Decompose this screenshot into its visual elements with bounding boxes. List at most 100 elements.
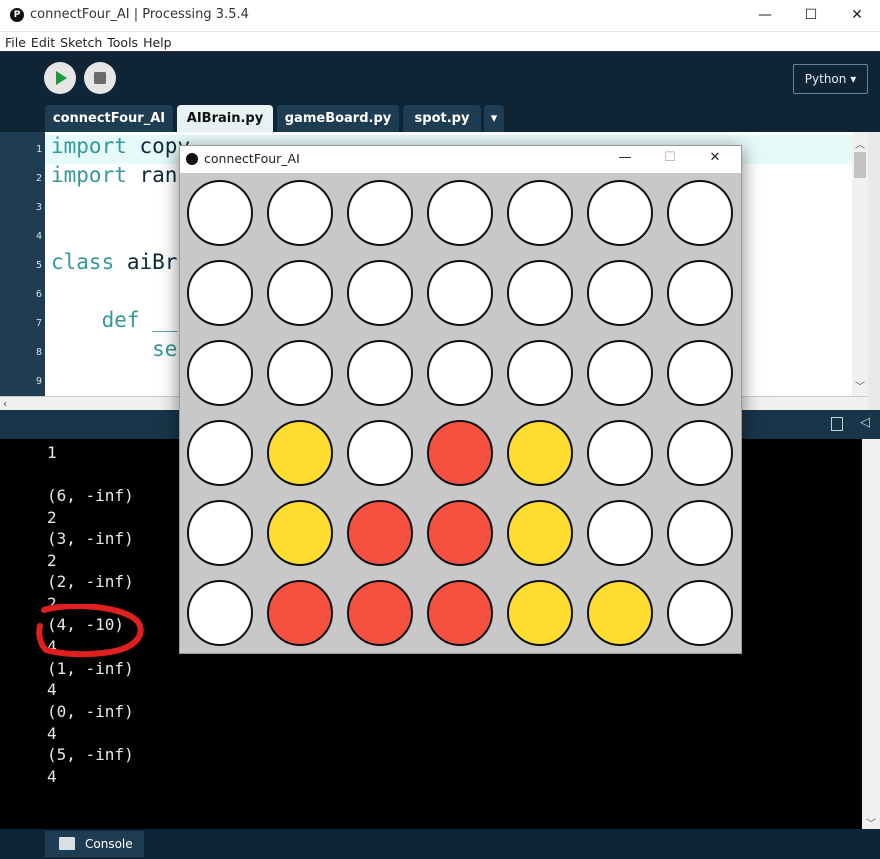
empty-slot[interactable] (507, 180, 573, 246)
console-scrollbar[interactable]: ﹀ (862, 439, 880, 830)
line-number: 6 (35, 289, 42, 300)
empty-slot[interactable] (347, 180, 413, 246)
tab-spot[interactable]: spot.py (403, 105, 481, 132)
scroll-down-icon[interactable]: ﹀ (855, 378, 865, 393)
empty-slot[interactable] (667, 580, 733, 646)
empty-slot[interactable] (587, 180, 653, 246)
mode-selector[interactable]: Python ▾ (793, 64, 868, 94)
yellow-disc[interactable] (507, 500, 573, 566)
scroll-left-icon[interactable]: ‹ (3, 397, 7, 410)
maximize-button[interactable]: ☐ (788, 0, 834, 31)
sketch-window[interactable]: connectFour_AI — ☐ ✕ (179, 145, 742, 654)
yellow-disc[interactable] (267, 500, 333, 566)
run-button[interactable] (44, 62, 76, 94)
empty-slot[interactable] (667, 340, 733, 406)
empty-slot[interactable] (187, 580, 253, 646)
menu-bar: File Edit Sketch Tools Help (0, 32, 880, 51)
sketch-close-button[interactable]: ✕ (700, 150, 730, 165)
red-circle-annotation (36, 604, 144, 658)
line-number: 4 (35, 231, 42, 242)
empty-slot[interactable] (587, 260, 653, 326)
console-line: (6, -inf) (47, 486, 134, 505)
console-line: 1 (47, 443, 57, 462)
copy-icon[interactable] (831, 417, 843, 431)
collapse-arrow-icon[interactable]: ◁ (860, 415, 870, 430)
menu-sketch[interactable]: Sketch (60, 33, 102, 52)
red-disc[interactable] (347, 500, 413, 566)
empty-slot[interactable] (187, 260, 253, 326)
console-line: 4 (47, 680, 57, 699)
empty-slot[interactable] (587, 420, 653, 486)
menu-tools[interactable]: Tools (107, 33, 138, 52)
menu-edit[interactable]: Edit (31, 33, 55, 52)
red-disc[interactable] (427, 580, 493, 646)
yellow-disc[interactable] (507, 420, 573, 486)
scroll-down-icon[interactable]: ﹀ (866, 815, 876, 830)
processing-logo-icon: P (10, 8, 24, 22)
code-line: def __ (51, 308, 178, 332)
stop-button[interactable] (84, 62, 116, 94)
empty-slot[interactable] (187, 180, 253, 246)
empty-slot[interactable] (267, 260, 333, 326)
empty-slot[interactable] (267, 180, 333, 246)
line-number: 5 (35, 260, 42, 271)
close-button[interactable]: ✕ (834, 0, 880, 31)
yellow-disc[interactable] (507, 580, 573, 646)
menu-help[interactable]: Help (143, 33, 172, 52)
sketch-title-bar: connectFour_AI — ☐ ✕ (180, 146, 741, 173)
tabs-dropdown-icon[interactable]: ▾ (484, 105, 504, 132)
console-tab[interactable]: Console (45, 831, 144, 857)
empty-slot[interactable] (667, 260, 733, 326)
scroll-up-icon[interactable]: ︿ (855, 136, 865, 151)
empty-slot[interactable] (587, 500, 653, 566)
editor-vertical-scrollbar[interactable]: ︿ ﹀ (852, 132, 868, 396)
console-line: (5, -inf) (47, 745, 134, 764)
tab-aibrain[interactable]: AIBrain.py (177, 105, 273, 132)
empty-slot[interactable] (507, 340, 573, 406)
editor-right-margin (868, 132, 880, 410)
line-number: 3 (35, 202, 42, 213)
console-line: (2, -inf) (47, 572, 134, 591)
code-line: import copy (51, 134, 191, 158)
code-line: se (51, 337, 178, 361)
yellow-disc[interactable] (267, 420, 333, 486)
empty-slot[interactable] (427, 260, 493, 326)
empty-slot[interactable] (667, 420, 733, 486)
minimize-button[interactable]: — (742, 0, 788, 31)
console-line: 4 (47, 767, 57, 786)
red-disc[interactable] (267, 580, 333, 646)
sketch-title: connectFour_AI (204, 151, 300, 166)
tab-gameboard[interactable]: gameBoard.py (277, 105, 399, 132)
empty-slot[interactable] (427, 180, 493, 246)
sketch-maximize-button[interactable]: ☐ (655, 150, 685, 165)
red-disc[interactable] (347, 580, 413, 646)
line-number: 1 (35, 144, 42, 155)
empty-slot[interactable] (347, 260, 413, 326)
code-line: class aiBr (51, 250, 178, 274)
red-disc[interactable] (427, 500, 493, 566)
empty-slot[interactable] (347, 420, 413, 486)
empty-slot[interactable] (267, 340, 333, 406)
empty-slot[interactable] (667, 180, 733, 246)
scroll-thumb[interactable] (854, 152, 866, 178)
menu-file[interactable]: File (5, 33, 26, 52)
empty-slot[interactable] (187, 340, 253, 406)
red-disc[interactable] (427, 420, 493, 486)
yellow-disc[interactable] (587, 580, 653, 646)
console-line: 2 (47, 551, 57, 570)
code-line: import ran (51, 163, 178, 187)
sketch-minimize-button[interactable]: — (610, 150, 640, 165)
play-icon (56, 71, 67, 85)
empty-slot[interactable] (427, 340, 493, 406)
console-line: 2 (47, 508, 57, 527)
empty-slot[interactable] (347, 340, 413, 406)
empty-slot[interactable] (507, 260, 573, 326)
line-number: 2 (35, 173, 42, 184)
empty-slot[interactable] (667, 500, 733, 566)
empty-slot[interactable] (187, 500, 253, 566)
empty-slot[interactable] (187, 420, 253, 486)
tab-connectfour-ai[interactable]: connectFour_AI (45, 105, 173, 132)
empty-slot[interactable] (587, 340, 653, 406)
console-line: 4 (47, 724, 57, 743)
connect-four-board[interactable] (180, 173, 741, 653)
